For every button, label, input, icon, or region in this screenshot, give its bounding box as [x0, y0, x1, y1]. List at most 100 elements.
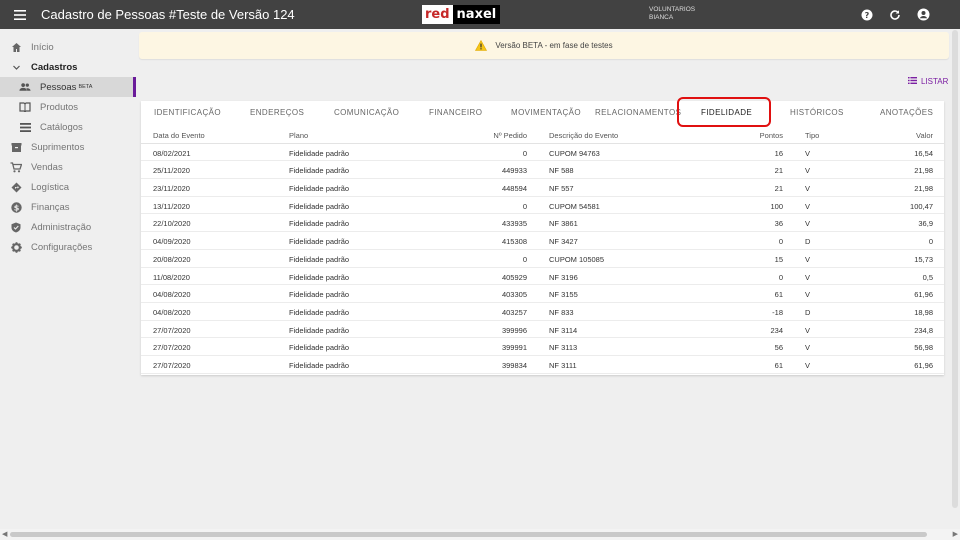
table-row[interactable]: 11/08/2020 Fidelidade padrão 405929 NF 3196…	[141, 268, 944, 286]
cart-icon	[10, 161, 22, 173]
cell-pontos: 100	[770, 201, 783, 211]
sidebar-item-financas[interactable]: $ Finanças	[0, 197, 134, 217]
cell-pedido: 0	[522, 254, 527, 264]
cell-descricao: CUPOM 105085	[549, 254, 605, 264]
cell-descricao: NF 3427	[549, 237, 578, 247]
sidebar-item-catalogos[interactable]: Catálogos	[0, 117, 134, 137]
tab-identificacao[interactable]: IDENTIFICAÇÃO	[154, 108, 221, 117]
cell-plano: Fidelidade padrão	[289, 184, 350, 194]
header-valor[interactable]: Valor	[916, 131, 933, 140]
route-icon	[10, 181, 22, 193]
fidelidade-card: IDENTIFICAÇÃO ENDEREÇOS COMUNICAÇÃO FINA…	[141, 97, 944, 375]
cell-valor: 0,5	[922, 272, 933, 282]
sidebar-item-label: Administração	[31, 221, 92, 233]
horizontal-scrollbar[interactable]: ◀ ▶	[0, 529, 960, 540]
sidebar-item-administracao[interactable]: Administração	[0, 217, 134, 237]
table-row[interactable]: 25/11/2020 Fidelidade padrão 449933 NF 588 2…	[141, 161, 944, 180]
cell-plano: Fidelidade padrão	[289, 325, 350, 335]
cell-valor: 21,98	[914, 166, 933, 176]
listar-button[interactable]: LISTAR	[908, 77, 948, 86]
sidebar-item-vendas[interactable]: Vendas	[0, 157, 134, 177]
cell-pontos: 0	[778, 272, 783, 282]
list-icon	[908, 77, 917, 86]
account-icon[interactable]	[914, 6, 932, 24]
box-icon	[10, 141, 22, 153]
header-plano[interactable]: Plano	[289, 131, 308, 140]
logo-naxel-text: naxel	[452, 5, 501, 24]
refresh-icon[interactable]	[886, 6, 904, 24]
table-row[interactable]: 08/02/2021 Fidelidade padrão 0 CUPOM 94763 1…	[141, 144, 944, 162]
cell-pedido: 405929	[501, 272, 527, 282]
cell-data-evento: 27/07/2020	[153, 343, 191, 353]
table-row[interactable]: 04/09/2020 Fidelidade padrão 415308 NF 3427…	[141, 232, 944, 250]
menu-icon[interactable]	[0, 0, 40, 29]
cell-plano: Fidelidade padrão	[289, 219, 350, 229]
user-info: VOLUNTARIOS BIANCA	[649, 6, 695, 22]
header-tipo[interactable]: Tipo	[805, 131, 819, 140]
cell-data-evento: 22/10/2020	[153, 219, 191, 229]
cell-valor: 61,96	[914, 290, 933, 300]
cell-pontos: 61	[774, 360, 783, 370]
top-actions: ?	[858, 0, 932, 29]
cell-plano: Fidelidade padrão	[289, 237, 350, 247]
header-pedido[interactable]: Nº Pedido	[493, 131, 527, 140]
cell-pontos: 16	[774, 148, 783, 158]
cell-tipo: V	[805, 184, 811, 194]
sidebar-item-pessoas[interactable]: Pessoas BETA	[0, 77, 136, 97]
help-icon[interactable]: ?	[858, 6, 876, 24]
sidebar-item-configuracoes[interactable]: Configurações	[0, 237, 134, 257]
table-row[interactable]: 20/08/2020 Fidelidade padrão 0 CUPOM 105085…	[141, 250, 944, 268]
tab-relacionamentos[interactable]: RELACIONAMENTOS	[595, 108, 681, 117]
table-row[interactable]: 23/11/2020 Fidelidade padrão 448594 NF 557 2…	[141, 179, 944, 197]
header-descricao[interactable]: Descrição do Evento	[549, 131, 618, 140]
table-row[interactable]: 27/07/2020 Fidelidade padrão 399991 NF 3113…	[141, 338, 944, 356]
tab-enderecos[interactable]: ENDEREÇOS	[250, 108, 304, 117]
cell-valor: 61,96	[914, 360, 933, 370]
header-data-evento[interactable]: Data do Evento	[153, 131, 205, 140]
scroll-right-arrow-icon[interactable]: ▶	[953, 530, 958, 538]
sidebar-item-produtos[interactable]: Produtos	[0, 97, 134, 117]
sidebar-item-label: Vendas	[31, 161, 63, 173]
cell-plano: Fidelidade padrão	[289, 166, 350, 176]
sidebar-item-label: Cadastros	[31, 61, 78, 73]
cell-plano: Fidelidade padrão	[289, 307, 350, 317]
tab-historicos[interactable]: HISTÓRICOS	[790, 108, 844, 117]
tab-financeiro[interactable]: FINANCEIRO	[429, 108, 482, 117]
cell-data-evento: 11/08/2020	[153, 272, 190, 282]
cell-descricao: NF 557	[549, 184, 574, 194]
table-row[interactable]: 27/07/2020 Fidelidade padrão 399996 NF 3114…	[141, 321, 944, 339]
beta-banner-text: Versão BETA - em fase de testes	[495, 41, 613, 50]
cell-tipo: V	[805, 201, 811, 211]
table-row[interactable]: 27/07/2020 Fidelidade padrão 399834 NF 3111…	[141, 356, 944, 374]
sidebar-item-suprimentos[interactable]: Suprimentos	[0, 137, 134, 157]
cell-descricao: NF 3113	[549, 343, 578, 353]
cell-pedido: 415308	[501, 237, 527, 247]
cell-valor: 234,8	[914, 325, 933, 335]
table-row[interactable]: 13/11/2020 Fidelidade padrão 0 CUPOM 54581 1…	[141, 197, 944, 215]
cell-plano: Fidelidade padrão	[289, 290, 350, 300]
scroll-left-arrow-icon[interactable]: ◀	[2, 530, 7, 538]
cell-plano: Fidelidade padrão	[289, 343, 350, 353]
sidebar-item-inicio[interactable]: Início	[0, 37, 134, 57]
tab-movimentacao[interactable]: MOVIMENTAÇÃO	[511, 108, 581, 117]
tab-anotacoes[interactable]: ANOTAÇÕES	[880, 108, 933, 117]
table-header-row: Data do Evento Plano Nº Pedido Descrição…	[141, 126, 944, 144]
top-app-bar: Cadastro de Pessoas #Teste de Versão 124…	[0, 0, 960, 29]
cell-valor: 15,73	[914, 254, 933, 264]
vertical-scrollbar[interactable]	[952, 30, 958, 508]
table-row[interactable]: 04/08/2020 Fidelidade padrão 403305 NF 3155…	[141, 285, 944, 303]
cell-tipo: V	[805, 148, 811, 158]
shield-icon	[10, 221, 22, 233]
header-pontos[interactable]: Pontos	[760, 131, 783, 140]
table-row[interactable]: 04/08/2020 Fidelidade padrão 403257 NF 833 -…	[141, 303, 944, 321]
sidebar-group-cadastros[interactable]: Cadastros	[0, 57, 134, 77]
tab-comunicacao[interactable]: COMUNICAÇÃO	[334, 108, 399, 117]
scrollbar-thumb[interactable]	[10, 532, 927, 537]
cell-descricao: NF 3196	[549, 272, 578, 282]
table-row[interactable]: 22/10/2020 Fidelidade padrão 433935 NF 3861…	[141, 214, 944, 233]
cell-data-evento: 20/08/2020	[153, 254, 191, 264]
cell-pedido: 403305	[501, 290, 527, 300]
book-icon	[19, 101, 31, 113]
cell-plano: Fidelidade padrão	[289, 254, 350, 264]
sidebar-item-logistica[interactable]: Logística	[0, 177, 134, 197]
